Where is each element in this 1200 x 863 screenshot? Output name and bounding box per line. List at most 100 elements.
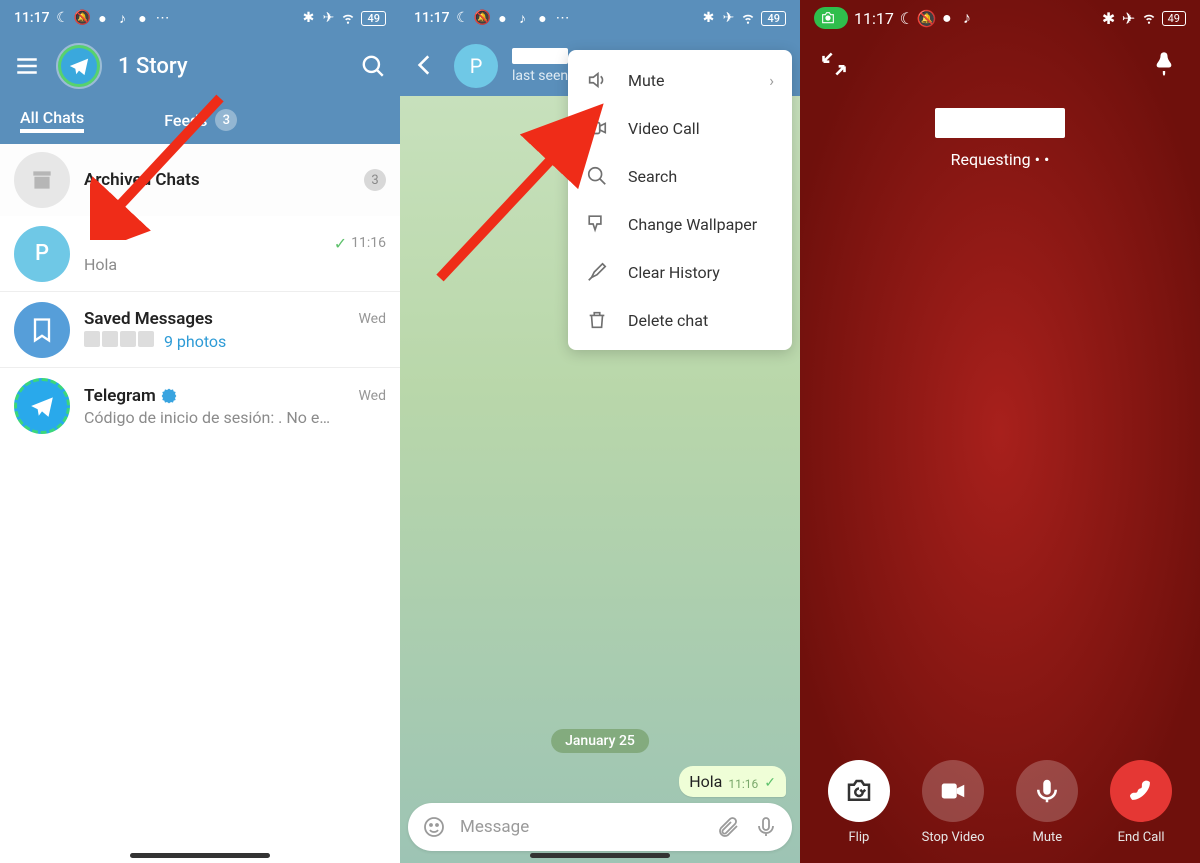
chat-preview: 9 photos bbox=[84, 331, 386, 351]
status-time: 11:17 bbox=[414, 10, 450, 26]
tab-all-chats[interactable]: All Chats bbox=[20, 108, 84, 133]
archived-title: Archived Chats bbox=[84, 170, 364, 190]
tab-feeds[interactable]: Feeds 3 bbox=[164, 109, 237, 131]
menu-button[interactable] bbox=[14, 53, 40, 79]
more-icon: ⋯ bbox=[556, 11, 570, 25]
tiktok-icon: ♪ bbox=[116, 11, 130, 25]
call-status: Requesting • • bbox=[951, 150, 1050, 169]
chat-name-redacted bbox=[512, 48, 568, 64]
moon-icon: ☾ bbox=[900, 11, 914, 25]
photo-thumbs bbox=[84, 331, 154, 347]
chat-name bbox=[84, 233, 88, 253]
battery-icon: 49 bbox=[761, 11, 786, 26]
bluetooth-icon: ✱ bbox=[701, 11, 715, 25]
nav-icon: ✈ bbox=[321, 11, 335, 25]
status-bar: 11:17 ☾ 🔕 ● ♪ ● ⋯ ✱ ✈ 49 bbox=[400, 0, 800, 36]
status-time: 11:17 bbox=[854, 9, 894, 28]
nav-icon: ✈ bbox=[1122, 11, 1136, 25]
nav-icon: ✈ bbox=[721, 11, 735, 25]
video-icon bbox=[586, 117, 608, 139]
mute-bell-icon: 🔕 bbox=[476, 11, 490, 25]
add-participant-button[interactable] bbox=[1150, 50, 1180, 80]
cloud-icon: ● bbox=[536, 11, 550, 25]
menu-clear-history[interactable]: Clear History bbox=[568, 248, 792, 296]
attach-button[interactable] bbox=[716, 815, 740, 839]
chat-row-saved[interactable]: Saved Messages Wed 9 photos bbox=[0, 292, 400, 368]
camera-active-pill[interactable] bbox=[814, 7, 848, 29]
home-indicator[interactable] bbox=[130, 853, 270, 858]
mute-button[interactable]: Mute bbox=[1016, 760, 1078, 845]
reddit-icon: ● bbox=[496, 11, 510, 25]
message-time: 11:16 bbox=[728, 777, 758, 791]
mute-bell-icon: 🔕 bbox=[920, 11, 934, 25]
menu-delete-chat[interactable]: Delete chat bbox=[568, 296, 792, 344]
search-icon bbox=[586, 165, 608, 187]
menu-mute[interactable]: Mute › bbox=[568, 56, 792, 104]
chat-row-telegram[interactable]: Telegram Wed Código de inicio de sesión:… bbox=[0, 368, 400, 444]
more-icon: ⋯ bbox=[156, 11, 170, 25]
avatar bbox=[14, 302, 70, 358]
minimize-button[interactable] bbox=[820, 50, 850, 80]
end-call-button[interactable]: End Call bbox=[1110, 760, 1172, 845]
chat-name: Telegram bbox=[84, 386, 177, 406]
chat-time: ✓ 11:16 bbox=[334, 234, 386, 253]
check-icon: ✓ bbox=[334, 234, 347, 253]
status-bar: 11:17 ☾ 🔕 ● ♪ ✱ ✈ 49 bbox=[800, 0, 1200, 36]
call-controls: Flip Stop Video Mute End Call bbox=[800, 760, 1200, 845]
message-input-bar: Message bbox=[408, 803, 792, 851]
search-button[interactable] bbox=[360, 53, 386, 79]
status-bar: 11:17 ☾ 🔕 ● ♪ ● ⋯ ✱ ✈ 49 bbox=[0, 0, 400, 36]
wifi-icon bbox=[1142, 11, 1156, 25]
reddit-icon: ● bbox=[940, 11, 954, 25]
caller-name-redacted bbox=[935, 108, 1065, 138]
status-time: 11:17 bbox=[14, 10, 50, 26]
story-avatar[interactable] bbox=[58, 45, 100, 87]
chat-list: Archived Chats 3 P ✓ 11:16 Hola bbox=[0, 144, 400, 444]
menu-search[interactable]: Search bbox=[568, 152, 792, 200]
verified-icon bbox=[161, 388, 177, 404]
chat-time: Wed bbox=[358, 388, 386, 404]
battery-icon: 49 bbox=[361, 11, 386, 26]
mic-button[interactable] bbox=[754, 815, 778, 839]
pin-icon bbox=[586, 213, 608, 235]
battery-icon: 49 bbox=[1162, 11, 1186, 26]
tiktok-icon: ♪ bbox=[960, 11, 974, 25]
tabs: All Chats Feeds 3 bbox=[0, 96, 400, 144]
archived-chats-row[interactable]: Archived Chats 3 bbox=[0, 144, 400, 216]
status-left: 11:17 ☾ 🔕 ● ♪ ● ⋯ bbox=[14, 10, 170, 26]
wifi-icon bbox=[341, 11, 355, 25]
bluetooth-icon: ✱ bbox=[301, 11, 315, 25]
back-button[interactable] bbox=[412, 52, 440, 80]
broom-icon bbox=[586, 261, 608, 283]
chevron-right-icon: › bbox=[769, 71, 774, 90]
menu-video-call[interactable]: Video Call bbox=[568, 104, 792, 152]
trash-icon bbox=[586, 309, 608, 331]
outgoing-message[interactable]: Hola 11:16 ✓ bbox=[679, 766, 786, 797]
status-right: ✱ ✈ 49 bbox=[301, 11, 386, 26]
menu-change-wallpaper[interactable]: Change Wallpaper bbox=[568, 200, 792, 248]
chat-options-menu: Mute › Video Call Search Change Wallpape… bbox=[568, 50, 792, 350]
chat-screen: 11:17 ☾ 🔕 ● ♪ ● ⋯ ✱ ✈ 49 P bbox=[400, 0, 800, 863]
chat-time: Wed bbox=[358, 311, 386, 327]
emoji-button[interactable] bbox=[422, 815, 446, 839]
archive-icon bbox=[14, 152, 70, 208]
flip-camera-button[interactable]: Flip bbox=[828, 760, 890, 845]
home-indicator[interactable] bbox=[530, 853, 670, 858]
message-input[interactable]: Message bbox=[460, 817, 702, 837]
header: 11:17 ☾ 🔕 ● ♪ ● ⋯ ✱ ✈ 49 bbox=[0, 0, 400, 144]
header-title: 1 Story bbox=[118, 54, 342, 79]
mute-bell-icon: 🔕 bbox=[76, 11, 90, 25]
check-icon: ✓ bbox=[764, 775, 776, 791]
caller-info: Requesting • • bbox=[800, 108, 1200, 169]
wifi-icon bbox=[741, 11, 755, 25]
date-chip: January 25 bbox=[551, 729, 649, 753]
chat-preview: Código de inicio de sesión: . No e… bbox=[84, 408, 386, 427]
moon-icon: ☾ bbox=[456, 11, 470, 25]
chat-avatar[interactable]: P bbox=[454, 44, 498, 88]
chat-row-p[interactable]: P ✓ 11:16 Hola bbox=[0, 216, 400, 292]
stop-video-button[interactable]: Stop Video bbox=[922, 760, 985, 845]
cloud-icon: ● bbox=[136, 11, 150, 25]
message-text: Hola bbox=[689, 772, 722, 791]
bluetooth-icon: ✱ bbox=[1102, 11, 1116, 25]
avatar bbox=[14, 378, 70, 434]
